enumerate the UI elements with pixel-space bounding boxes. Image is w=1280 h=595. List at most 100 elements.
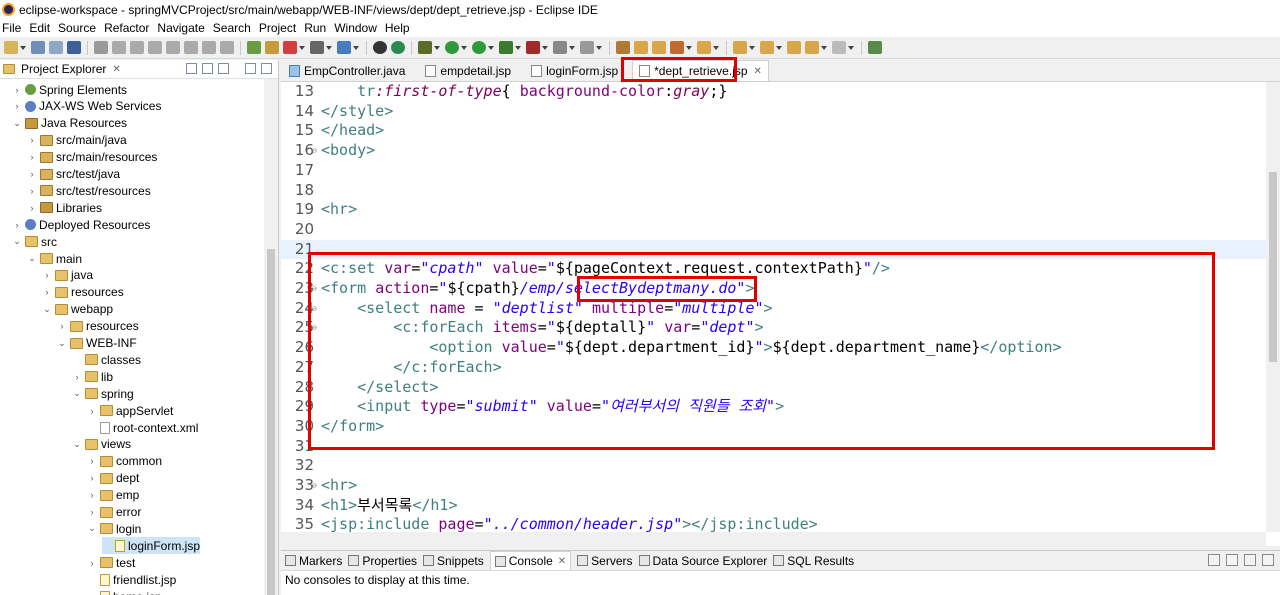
debug-step-icon[interactable] bbox=[94, 41, 108, 54]
step-return-icon[interactable] bbox=[220, 41, 234, 54]
pin-editor-icon[interactable] bbox=[868, 41, 882, 54]
resume-icon[interactable] bbox=[112, 41, 126, 54]
chevron-down-icon[interactable] bbox=[569, 45, 575, 50]
chevron-down-icon[interactable] bbox=[821, 45, 827, 50]
chevron-down-icon[interactable] bbox=[515, 45, 521, 50]
tree-item[interactable]: root-context.xml bbox=[87, 419, 198, 436]
tree-item[interactable]: ⌄ main bbox=[27, 250, 82, 267]
fold-collapse-icon[interactable]: ⊖ bbox=[312, 318, 317, 338]
code-line[interactable]: 13 tr:first-of-type{ background-color:gr… bbox=[281, 82, 1266, 102]
tree-item[interactable]: › common bbox=[87, 453, 163, 470]
chevron-down-icon[interactable]: ⌄ bbox=[27, 253, 37, 264]
new-icon[interactable] bbox=[4, 41, 18, 54]
tree-item[interactable]: › appServlet bbox=[87, 402, 174, 419]
tree-item[interactable]: › error bbox=[87, 504, 142, 521]
coverage-icon[interactable] bbox=[499, 41, 513, 54]
link-with-editor-icon[interactable] bbox=[202, 63, 213, 74]
run-external-icon[interactable] bbox=[472, 41, 486, 54]
chevron-down-icon[interactable] bbox=[749, 45, 755, 50]
code-line[interactable]: 22 <c:set var="cpath" value="${pageContex… bbox=[281, 259, 1266, 279]
fold-collapse-icon[interactable]: ⊖ bbox=[312, 279, 317, 299]
chevron-down-icon[interactable] bbox=[299, 45, 305, 50]
chevron-down-icon[interactable] bbox=[848, 45, 854, 50]
dot-icon[interactable] bbox=[373, 41, 387, 54]
view-tab[interactable]: Servers bbox=[577, 554, 633, 568]
menu-file[interactable]: File bbox=[0, 21, 27, 35]
tree-item[interactable]: › resources bbox=[57, 318, 139, 335]
menu-refactor[interactable]: Refactor bbox=[102, 21, 155, 35]
display-console-icon[interactable] bbox=[1226, 554, 1238, 566]
view-tab[interactable]: Console ✕ bbox=[489, 551, 572, 570]
open-type-icon[interactable] bbox=[652, 41, 666, 54]
new-java-project-icon[interactable] bbox=[616, 41, 630, 54]
chevron-right-icon[interactable]: › bbox=[87, 490, 97, 500]
chevron-right-icon[interactable]: › bbox=[57, 321, 67, 331]
menu-window[interactable]: Window bbox=[332, 21, 383, 35]
menu-source[interactable]: Source bbox=[56, 21, 102, 35]
tree-item[interactable]: ⌄ webapp bbox=[42, 301, 113, 318]
chevron-right-icon[interactable]: › bbox=[87, 456, 97, 466]
code-line[interactable]: 21 bbox=[281, 239, 1266, 260]
chevron-down-icon[interactable] bbox=[353, 45, 359, 50]
chevron-down-icon[interactable]: ⌄ bbox=[57, 338, 67, 349]
code-line[interactable]: 23 ⊖ <form action="${cpath}/emp/selectByde… bbox=[281, 279, 1266, 299]
view-tab[interactable]: SQL Results bbox=[773, 554, 854, 568]
code-line[interactable]: 20 bbox=[281, 220, 1266, 240]
spring-icon[interactable] bbox=[247, 41, 261, 54]
code-line[interactable]: 33 ⊖ <hr> bbox=[281, 476, 1266, 496]
tree-item[interactable]: › lib bbox=[72, 368, 114, 385]
minimize-icon[interactable] bbox=[245, 63, 256, 74]
tree-item[interactable]: ⌄ login bbox=[87, 520, 141, 537]
chevron-right-icon[interactable]: › bbox=[12, 85, 22, 95]
chevron-down-icon[interactable]: ⌄ bbox=[72, 388, 82, 399]
chevron-down-icon[interactable] bbox=[461, 45, 467, 50]
close-icon[interactable]: ✕ bbox=[558, 556, 566, 567]
menu-navigate[interactable]: Navigate bbox=[155, 21, 210, 35]
forward-icon[interactable] bbox=[832, 41, 846, 54]
editor-tab[interactable]: empdetail.jsp bbox=[419, 60, 517, 81]
brush-icon[interactable] bbox=[670, 41, 684, 54]
chevron-down-icon[interactable]: ⌄ bbox=[87, 523, 97, 534]
tree-item[interactable]: › JAX-WS Web Services bbox=[12, 98, 162, 115]
chevron-down-icon[interactable] bbox=[488, 45, 494, 50]
chevron-right-icon[interactable]: › bbox=[87, 507, 97, 517]
chevron-right-icon[interactable]: › bbox=[27, 152, 37, 162]
chevron-down-icon[interactable] bbox=[686, 45, 692, 50]
menu-search[interactable]: Search bbox=[211, 21, 257, 35]
code-editor[interactable]: 13 tr:first-of-type{ background-color:gr… bbox=[281, 82, 1266, 533]
editor-tab[interactable]: *dept_retrieve.jsp ✕ bbox=[632, 60, 769, 81]
chevron-right-icon[interactable]: › bbox=[72, 372, 82, 382]
code-line[interactable]: 29 <input type="submit" value="여러부서의 직원들… bbox=[281, 397, 1266, 417]
collapse-all-icon[interactable] bbox=[186, 63, 197, 74]
task-icon[interactable] bbox=[697, 41, 711, 54]
code-line[interactable]: 31 bbox=[281, 437, 1266, 457]
code-line[interactable]: 26 <option value="${dept.department_id}"… bbox=[281, 338, 1266, 358]
chevron-down-icon[interactable] bbox=[20, 45, 26, 50]
fold-collapse-icon[interactable]: ⊖ bbox=[312, 476, 317, 496]
code-line[interactable]: 19 <hr> bbox=[281, 200, 1266, 220]
chevron-down-icon[interactable] bbox=[713, 45, 719, 50]
terminal-icon[interactable] bbox=[67, 41, 81, 54]
tree-item[interactable]: › src/test/java bbox=[27, 166, 121, 183]
menu-help[interactable]: Help bbox=[383, 21, 416, 35]
menu-run[interactable]: Run bbox=[302, 21, 332, 35]
editor-vertical-scrollbar[interactable] bbox=[1266, 82, 1280, 532]
web-icon[interactable] bbox=[391, 41, 405, 54]
minimize-icon[interactable] bbox=[1244, 554, 1256, 566]
server-icon[interactable] bbox=[310, 41, 324, 54]
tree-item[interactable]: › Deployed Resources bbox=[12, 216, 151, 233]
fold-collapse-icon[interactable]: ⊖ bbox=[312, 299, 317, 319]
view-tab[interactable]: Snippets bbox=[423, 554, 484, 568]
tree-item[interactable]: › dept bbox=[87, 470, 140, 487]
project-explorer-title[interactable]: Project Explorer bbox=[21, 62, 106, 76]
tree-item[interactable]: ⌄ views bbox=[72, 436, 131, 453]
tree-item[interactable]: › src/main/resources bbox=[27, 149, 158, 166]
build-icon[interactable] bbox=[580, 41, 594, 54]
menu-project[interactable]: Project bbox=[257, 21, 302, 35]
tree-item[interactable]: ⌄ src bbox=[12, 233, 57, 250]
view-tab[interactable]: Data Source Explorer bbox=[638, 554, 767, 568]
tree-item[interactable]: › src/main/java bbox=[27, 132, 127, 149]
chevron-right-icon[interactable]: › bbox=[27, 169, 37, 179]
editor-tab[interactable]: loginForm.jsp bbox=[525, 60, 624, 81]
step-over-icon[interactable] bbox=[202, 41, 216, 54]
